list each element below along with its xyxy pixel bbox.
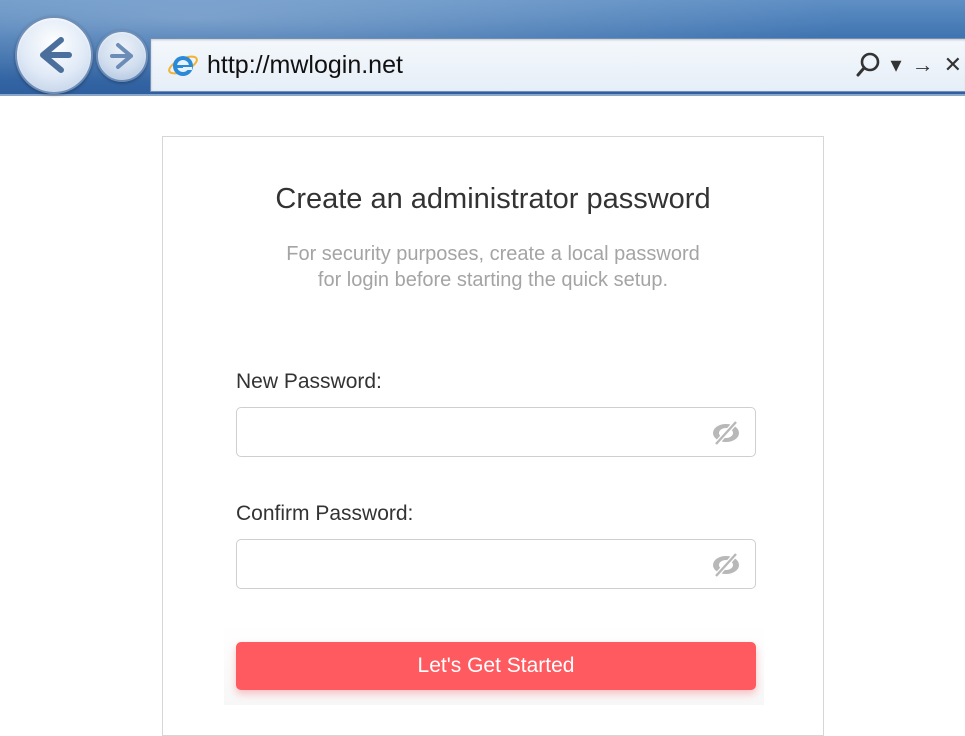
- new-password-label: New Password:: [236, 370, 382, 393]
- confirm-password-label: Confirm Password:: [236, 502, 414, 525]
- dropdown-arrow-icon[interactable]: ▾: [891, 49, 902, 81]
- password-dialog: Create an administrator password For sec…: [162, 136, 824, 736]
- subtitle-line-2: for login before starting the quick setu…: [317, 269, 669, 291]
- dialog-title: Create an administrator password: [275, 183, 711, 215]
- go-arrow-icon[interactable]: →: [912, 49, 934, 81]
- new-password-field[interactable]: [236, 407, 756, 457]
- browser-toolbar: http://mwlogin.net ▾ → ✕: [0, 0, 965, 96]
- forward-button[interactable]: [96, 30, 148, 82]
- back-arrow-icon: [40, 37, 72, 73]
- confirm-password-input[interactable]: [247, 548, 691, 582]
- lets-get-started-button[interactable]: Let's Get Started: [236, 642, 756, 690]
- dialog-subtitle: For security purposes, create a local pa…: [233, 241, 753, 293]
- back-button[interactable]: [15, 16, 93, 94]
- address-tools: ▾ → ✕: [855, 49, 962, 81]
- forward-arrow-icon: [110, 43, 133, 69]
- hidden-eye-icon[interactable]: [709, 419, 743, 447]
- address-bar[interactable]: http://mwlogin.net ▾ → ✕: [150, 38, 965, 92]
- search-icon: [856, 52, 879, 77]
- hidden-eye-icon[interactable]: [709, 551, 743, 579]
- search-button[interactable]: [855, 51, 881, 79]
- close-icon[interactable]: ✕: [944, 49, 962, 81]
- url-text[interactable]: http://mwlogin.net: [207, 50, 403, 80]
- subtitle-line-1: For security purposes, create a local pa…: [286, 243, 700, 265]
- new-password-input[interactable]: [247, 416, 691, 450]
- ie-logo-icon: [168, 55, 198, 76]
- confirm-password-field[interactable]: [236, 539, 756, 589]
